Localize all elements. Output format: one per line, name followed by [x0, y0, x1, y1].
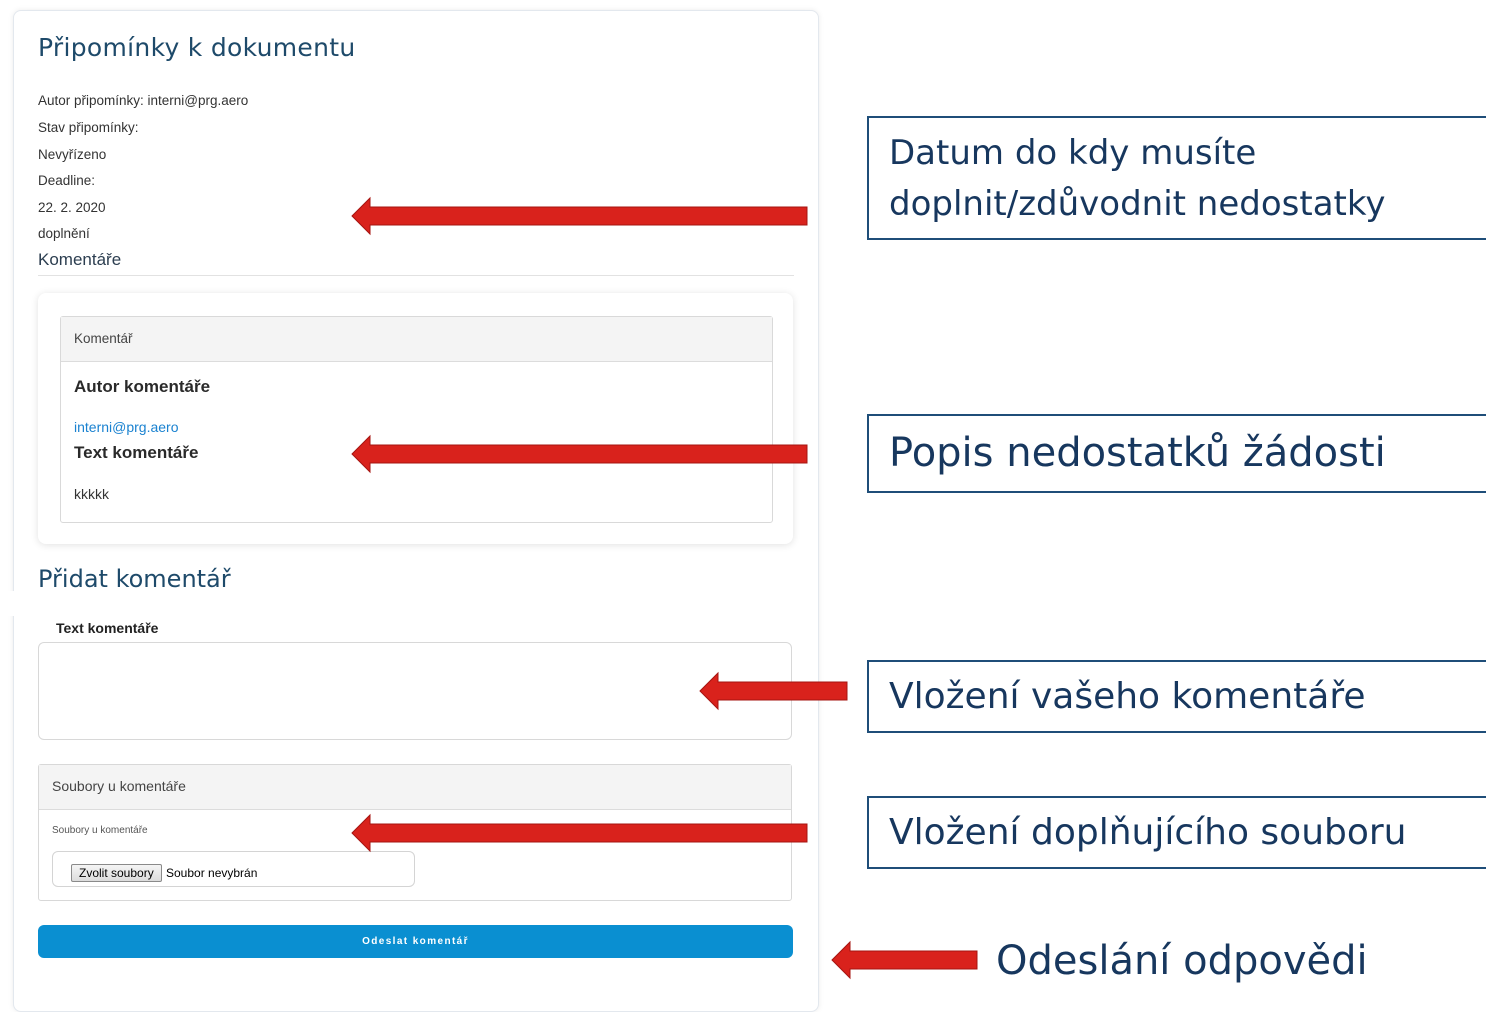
comment-callout: Vložení vašeho komentáře [867, 660, 1486, 733]
description-note: Popis nedostatků žádosti [889, 430, 1386, 476]
page-title: Připomínky k dokumentu [38, 33, 356, 62]
file-callout: Vložení doplňujícího souboru [867, 796, 1486, 869]
deadline-value: 22. 2. 2020 [38, 200, 106, 215]
deadline-callout: Datum do kdy musíte doplnit/zdůvodnit ne… [867, 116, 1486, 240]
comments-heading: Komentáře [38, 250, 122, 269]
comment-textarea[interactable] [38, 642, 792, 740]
submit-note: Odeslání odpovědi [996, 938, 1368, 984]
deadline-note-line2: doplnit/zdůvodnit nedostatky [889, 184, 1386, 224]
status-value: Nevyřízeno [38, 147, 107, 162]
comment-text-label: Text komentáře [74, 443, 199, 462]
comment-author-label: Autor komentáře [74, 377, 211, 396]
description-callout: Popis nedostatků žádosti [867, 414, 1486, 493]
add-comment-heading: Přidat komentář [38, 565, 231, 593]
comment-text-field-label: Text komentáře [56, 620, 159, 636]
submit-comment-button[interactable]: Odeslat komentář [38, 925, 793, 958]
submit-arrow-icon [831, 940, 978, 980]
comment-author-link[interactable]: interni@prg.aero [74, 419, 179, 435]
comment-arrow-icon [699, 671, 848, 711]
file-arrow-icon [351, 813, 808, 853]
file-note: Vložení doplňujícího souboru [889, 812, 1407, 853]
author-line: Autor připomínky: interni@prg.aero [38, 93, 249, 108]
deadline-arrow-icon [351, 196, 808, 236]
choose-files-button[interactable]: Zvolit soubory [71, 864, 162, 882]
file-input[interactable]: Zvolit soubory Soubor nevybrán [52, 851, 415, 887]
description-arrow-icon [351, 434, 808, 474]
deadline-label: Deadline: [38, 173, 96, 188]
file-status: Soubor nevybrán [166, 866, 258, 880]
comment-header-label: Komentář [74, 331, 133, 346]
deadline-note-line1: Datum do kdy musíte [889, 133, 1257, 173]
panel-gap [0, 591, 24, 616]
comment-header: Komentář [61, 317, 772, 362]
section-divider [38, 275, 794, 276]
comment-item: Komentář Autor komentáře interni@prg.aer… [60, 316, 773, 523]
files-header-label: Soubory u komentáře [52, 778, 186, 794]
request-type: doplnění [38, 226, 90, 241]
comment-text-value: kkkkk [74, 486, 109, 502]
files-field-label: Soubory u komentáře [52, 825, 148, 836]
status-label: Stav připomínky: [38, 120, 139, 135]
comment-note: Vložení vašeho komentáře [889, 676, 1366, 717]
files-header: Soubory u komentáře [39, 765, 791, 810]
